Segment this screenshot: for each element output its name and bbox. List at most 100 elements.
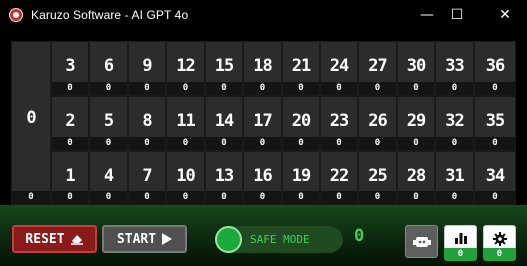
- maximize-button[interactable]: ☐: [437, 0, 477, 30]
- cell-number-6[interactable]: 60: [89, 41, 128, 96]
- cell-count: 0: [321, 82, 357, 95]
- cell-count: 0: [206, 191, 242, 204]
- cell-number-13[interactable]: 13 0: [205, 151, 243, 205]
- cell-count: 0: [90, 137, 127, 150]
- cell-count: 0: [90, 82, 127, 95]
- cell-number: 8: [142, 111, 152, 131]
- start-button[interactable]: START: [102, 225, 187, 253]
- cell-number-21[interactable]: 21 0: [282, 41, 320, 96]
- cell-count: 0: [244, 191, 281, 204]
- cell-number: 32: [445, 111, 464, 131]
- bot-button[interactable]: [405, 225, 438, 258]
- cell-number-22[interactable]: 22 0: [320, 151, 358, 205]
- cell-number: 5: [103, 111, 114, 131]
- cell-count: 0: [206, 82, 242, 95]
- cell-number: 27: [368, 56, 387, 76]
- cell-number: 20: [291, 111, 311, 131]
- cell-count: 0: [129, 82, 165, 95]
- cell-number: 6: [103, 56, 114, 76]
- cell-count: 0: [206, 137, 242, 150]
- cell-count: 0: [283, 137, 319, 150]
- app-logo-icon: [9, 8, 23, 22]
- reset-label: RESET: [25, 231, 65, 247]
- cell-number: 14: [214, 111, 234, 131]
- gear-icon: [492, 232, 507, 246]
- cell-zero[interactable]: 0 0: [11, 41, 51, 205]
- stats-count-badge: 0: [444, 248, 477, 261]
- cell-number-19[interactable]: 19 0: [282, 151, 320, 205]
- cell-number-23[interactable]: 23 0: [320, 96, 358, 151]
- cell-number-26[interactable]: 26 0: [358, 96, 397, 151]
- cell-count: 0: [12, 191, 50, 204]
- cell-number: 13: [214, 166, 234, 186]
- cell-count: 0: [129, 191, 165, 204]
- cell-number-7[interactable]: 70: [128, 151, 166, 205]
- cell-count: 0: [52, 137, 88, 150]
- cell-count: 0: [167, 82, 204, 95]
- robot-icon: [412, 237, 431, 247]
- cell-number: 24: [329, 56, 349, 76]
- cell-number-3[interactable]: 30: [51, 41, 89, 96]
- cell-count: 0: [90, 191, 127, 204]
- cell-number-5[interactable]: 50: [89, 96, 128, 151]
- cell-count: 0: [436, 191, 473, 204]
- cell-number: 16: [253, 166, 272, 186]
- cell-number: 35: [485, 111, 505, 131]
- cell-count: 0: [398, 191, 434, 204]
- cell-number-9[interactable]: 90: [128, 41, 166, 96]
- cell-number-29[interactable]: 29 0: [397, 96, 435, 151]
- cell-number-10[interactable]: 10 0: [166, 151, 205, 205]
- cell-number: 23: [329, 111, 349, 131]
- cell-number-14[interactable]: 14 0: [205, 96, 243, 151]
- cell-number-28[interactable]: 28 0: [397, 151, 435, 205]
- settings-count-badge: 0: [483, 248, 516, 261]
- cell-number: 10: [176, 166, 195, 186]
- cell-count: 0: [321, 137, 357, 150]
- cell-number-11[interactable]: 11 0: [166, 96, 205, 151]
- cell-number: 19: [291, 166, 311, 186]
- cell-number: 26: [368, 111, 387, 131]
- close-button[interactable]: ✕: [485, 0, 525, 30]
- cell-count: 0: [398, 137, 434, 150]
- cell-count: 0: [244, 137, 281, 150]
- cell-number-25[interactable]: 25 0: [358, 151, 397, 205]
- cell-count: 0: [167, 137, 204, 150]
- cell-number: 21: [291, 56, 311, 76]
- cell-count: 0: [167, 191, 204, 204]
- cell-number: 30: [406, 56, 426, 76]
- cell-number-35[interactable]: 35 0: [474, 96, 516, 151]
- cell-number-20[interactable]: 20 0: [282, 96, 320, 151]
- cell-number-33[interactable]: 33 0: [435, 41, 474, 96]
- cell-number-1[interactable]: 10: [51, 151, 89, 205]
- cell-number-30[interactable]: 30 0: [397, 41, 435, 96]
- cell-number-2[interactable]: 20: [51, 96, 89, 151]
- cell-number: 0: [26, 108, 36, 128]
- cell-number-8[interactable]: 80: [128, 96, 166, 151]
- cell-number-15[interactable]: 15 0: [205, 41, 243, 96]
- cell-number-16[interactable]: 16 0: [243, 151, 282, 205]
- cell-number: 11: [176, 111, 195, 131]
- cell-count: 0: [359, 191, 396, 204]
- reset-button[interactable]: RESET: [12, 225, 97, 253]
- cell-number-24[interactable]: 24 0: [320, 41, 358, 96]
- cell-number-31[interactable]: 31 0: [435, 151, 474, 205]
- cell-number: 9: [142, 56, 152, 76]
- cell-count: 0: [436, 137, 473, 150]
- eraser-icon: [70, 235, 83, 245]
- cell-number-12[interactable]: 12 0: [166, 41, 205, 96]
- cell-number-17[interactable]: 17 0: [243, 96, 282, 151]
- cell-number-27[interactable]: 27 0: [358, 41, 397, 96]
- toggle-knob[interactable]: [215, 226, 242, 253]
- cell-number-34[interactable]: 34 0: [474, 151, 516, 205]
- cell-number-36[interactable]: 36 0: [474, 41, 516, 96]
- safe-mode-toggle[interactable]: SAFE MODE: [215, 226, 343, 253]
- cell-number-32[interactable]: 32 0: [435, 96, 474, 151]
- cell-number: 33: [445, 56, 464, 76]
- cell-count: 0: [129, 137, 165, 150]
- cell-number-18[interactable]: 18 0: [243, 41, 282, 96]
- cell-count: 0: [321, 191, 357, 204]
- cell-number: 3: [65, 56, 75, 76]
- safe-mode-label: SAFE MODE: [250, 233, 310, 246]
- cell-number-4[interactable]: 40: [89, 151, 128, 205]
- start-label: START: [116, 231, 157, 247]
